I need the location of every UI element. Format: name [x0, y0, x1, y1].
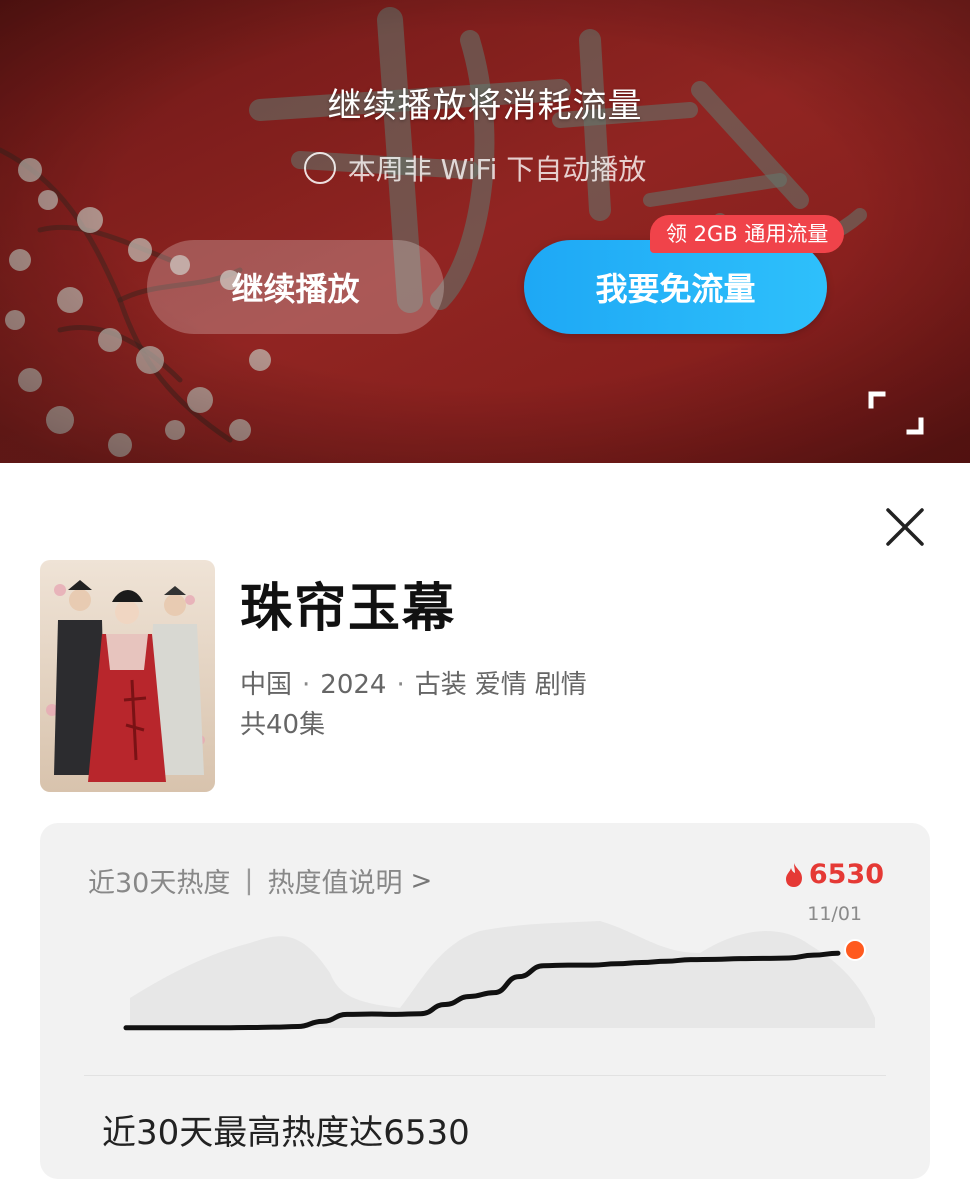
poster-image	[40, 560, 215, 792]
show-year: 2024	[320, 670, 387, 700]
close-icon[interactable]	[880, 502, 930, 552]
show-poster[interactable]	[40, 560, 215, 792]
heat-line-chart	[123, 921, 875, 1031]
show-genre: 爱情	[474, 670, 527, 700]
video-player[interactable]: 继续播放将消耗流量 本周非 WiFi 下自动播放 继续播放 我要免流量 领 2G…	[0, 0, 970, 463]
auto-play-option[interactable]: 本周非 WiFi 下自动播放	[0, 148, 970, 188]
auto-play-option-label: 本周非 WiFi 下自动播放	[347, 153, 647, 186]
show-meta: 中国 · 2024 · 古装 爱情 剧情	[240, 670, 587, 700]
fullscreen-icon[interactable]	[868, 390, 924, 436]
data-usage-warning-title: 继续播放将消耗流量	[327, 86, 643, 126]
heat-card: 近30天热度 | 热度值说明 > 6530 11/01 近30天最高热度达653…	[40, 823, 930, 1179]
show-title: 珠帘玉幕	[240, 579, 457, 639]
show-genre: 剧情	[534, 670, 587, 700]
free-data-badge: 领 2GB 通用流量	[650, 215, 845, 253]
continue-play-button[interactable]: 继续播放	[147, 240, 444, 334]
show-country: 中国	[240, 670, 293, 700]
heat-peak-dot	[844, 939, 866, 961]
divider	[84, 1075, 886, 1076]
radio-unchecked-icon[interactable]	[303, 152, 336, 184]
show-genre: 古装	[414, 670, 467, 700]
free-data-button[interactable]: 我要免流量	[524, 240, 827, 334]
episode-count: 共40集	[240, 710, 326, 740]
heat-summary: 近30天最高热度达6530	[102, 1113, 470, 1153]
chart-background-mountains	[130, 921, 875, 1028]
